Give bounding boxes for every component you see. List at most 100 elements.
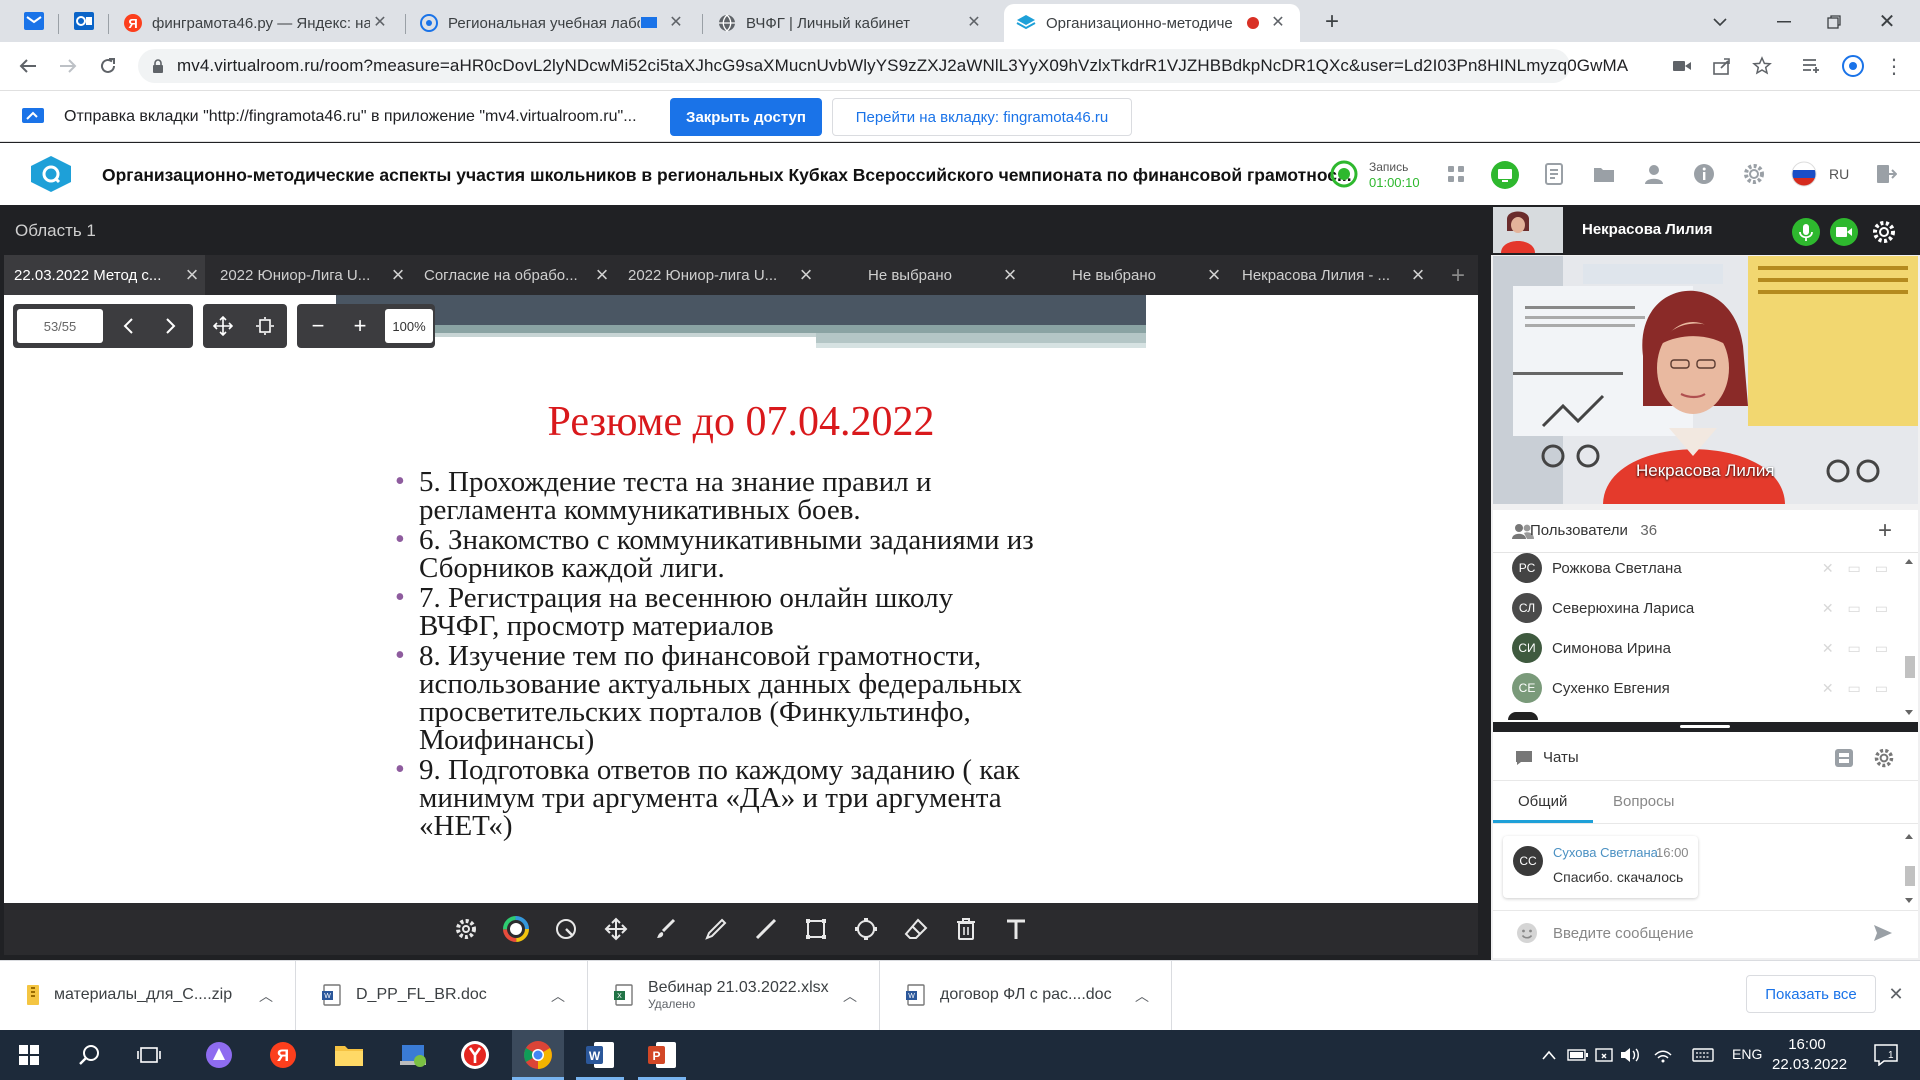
doc-tab[interactable]: 22.03.2022 Метод с... × xyxy=(4,255,205,295)
lock-icon[interactable] xyxy=(150,58,166,74)
system-clock[interactable]: 16:00 22.03.2022 xyxy=(1772,1035,1847,1075)
chat-tab-general[interactable]: Общий xyxy=(1518,793,1567,810)
minimize-icon[interactable] xyxy=(1770,8,1798,36)
zoom-out-icon[interactable]: − xyxy=(304,312,332,340)
send-icon[interactable] xyxy=(1872,922,1894,944)
doc-tab[interactable]: Некрасова Лилия - ... × xyxy=(1230,255,1431,295)
yandex-browser-icon[interactable] xyxy=(456,1036,494,1074)
yandex-app-icon[interactable]: Я xyxy=(264,1036,302,1074)
window-close-icon[interactable]: ✕ xyxy=(1872,6,1902,36)
chat-tab-questions[interactable]: Вопросы xyxy=(1613,793,1674,810)
doc-tab[interactable]: Не выбрано × xyxy=(1026,255,1227,295)
close-icon[interactable]: ✕ xyxy=(666,13,686,33)
users-scrollbar[interactable] xyxy=(1902,556,1916,718)
profile-sync-icon[interactable] xyxy=(1840,53,1866,79)
keyboard-icon[interactable] xyxy=(1690,1036,1716,1074)
new-tab-icon[interactable]: + xyxy=(1318,8,1346,36)
ellipse-tool-icon[interactable] xyxy=(851,914,881,944)
trash-icon[interactable] xyxy=(951,914,981,944)
outlook-icon[interactable] xyxy=(72,10,96,32)
notifications-icon[interactable]: 1 xyxy=(1868,1036,1904,1074)
camera-icon[interactable] xyxy=(1829,217,1859,247)
user-row[interactable]: СЛ Северюхина Лариса ✕▭▭ xyxy=(1512,588,1902,628)
chat-export-icon[interactable] xyxy=(1832,746,1856,770)
zoom-in-icon[interactable]: + xyxy=(346,312,374,340)
message-sender[interactable]: Сухова Светлана xyxy=(1553,845,1658,860)
eraser-icon[interactable] xyxy=(901,914,931,944)
camera-settings-icon[interactable] xyxy=(1869,217,1899,247)
download-item[interactable]: W договор ФЛ с рас....doc ︿ xyxy=(880,960,1172,1030)
tab-vchfg-cabinet[interactable]: ВЧФГ | Личный кабинет ✕ xyxy=(706,4,996,42)
pointer-icon[interactable] xyxy=(551,914,581,944)
tab-regional-lab[interactable]: Региональная учебная лабо ✕ xyxy=(408,4,698,42)
settings-gear-icon[interactable] xyxy=(1740,160,1768,188)
battery-icon[interactable] xyxy=(1565,1036,1591,1074)
next-page-icon[interactable] xyxy=(157,312,185,340)
close-icon[interactable]: ✕ xyxy=(1268,13,1288,33)
restore-icon[interactable] xyxy=(1820,8,1848,36)
info-icon[interactable] xyxy=(1690,160,1718,188)
close-icon[interactable]: × xyxy=(1201,262,1227,288)
add-user-icon[interactable]: + xyxy=(1872,517,1898,544)
language-label[interactable]: RU xyxy=(1829,166,1849,182)
doc-tab[interactable]: Не выбрано × xyxy=(822,255,1023,295)
back-icon[interactable] xyxy=(14,52,42,80)
word-app-icon[interactable]: W xyxy=(581,1036,619,1074)
chevron-up-icon[interactable]: ︿ xyxy=(259,986,273,1006)
fit-page-icon[interactable] xyxy=(209,312,237,340)
goto-tab-button[interactable]: Перейти на вкладку: fingramota46.ru xyxy=(832,98,1132,136)
download-item[interactable]: материалы_для_С....zip ︿ xyxy=(0,960,296,1030)
camera-in-use-icon[interactable] xyxy=(1670,54,1694,78)
close-icon[interactable]: ✕ xyxy=(370,13,390,33)
text-tool-icon[interactable] xyxy=(1001,914,1031,944)
line-tool-icon[interactable] xyxy=(751,914,781,944)
folder-icon[interactable] xyxy=(1590,160,1618,188)
close-access-button[interactable]: Закрыть доступ xyxy=(670,98,822,136)
chevron-up-icon[interactable]: ︿ xyxy=(551,986,565,1006)
powerpoint-app-icon[interactable]: P xyxy=(643,1036,681,1074)
user-row[interactable]: СЕ Сухенко Евгения ✕▭▭ xyxy=(1512,668,1902,708)
close-icon[interactable]: × xyxy=(385,262,411,288)
tab-virtualroom-active[interactable]: Организационно-методиче ✕ xyxy=(1004,4,1300,42)
record-icon[interactable] xyxy=(1330,160,1358,188)
chevron-up-icon[interactable]: ︿ xyxy=(843,986,857,1006)
share-icon[interactable] xyxy=(1710,54,1734,78)
task-view-icon[interactable] xyxy=(130,1036,168,1074)
add-tab-icon[interactable]: + xyxy=(1444,262,1472,290)
virtualroom-logo-icon[interactable] xyxy=(28,152,74,196)
screen-share-active-icon[interactable] xyxy=(1490,160,1520,190)
bookmark-star-icon[interactable] xyxy=(1750,54,1774,78)
user-row[interactable]: СИ Симонова Ирина ✕▭▭ xyxy=(1512,628,1902,668)
windows-start-icon[interactable] xyxy=(10,1036,48,1074)
brush-icon[interactable] xyxy=(651,914,681,944)
move-icon[interactable] xyxy=(601,914,631,944)
pencil-icon[interactable] xyxy=(701,914,731,944)
close-icon[interactable]: × xyxy=(997,262,1023,288)
tab-yandex[interactable]: Я фингрaмота46.ру — Яндекс: нас ✕ xyxy=(112,4,402,42)
reading-list-icon[interactable] xyxy=(1800,54,1824,78)
emoji-icon[interactable] xyxy=(1516,922,1538,944)
reload-icon[interactable] xyxy=(94,52,122,80)
url-text[interactable]: mv4.virtualroom.ru/room?measure=aHR0cDov… xyxy=(177,56,1628,76)
splitter-handle[interactable] xyxy=(1680,725,1730,728)
wifi-icon[interactable] xyxy=(1650,1036,1676,1074)
file-explorer-icon[interactable] xyxy=(330,1036,368,1074)
network-status-icon[interactable] xyxy=(1592,1036,1618,1074)
zoom-level[interactable]: 100% xyxy=(385,309,433,343)
exit-icon[interactable] xyxy=(1872,160,1900,188)
fit-height-icon[interactable] xyxy=(251,312,279,340)
network-app-icon[interactable] xyxy=(394,1036,432,1074)
chat-input[interactable]: Введите сообщение xyxy=(1553,925,1694,942)
mail-icon[interactable] xyxy=(22,10,46,32)
color-picker-icon[interactable] xyxy=(501,914,531,944)
doc-tab[interactable]: Согласие на обрабо... × xyxy=(414,255,615,295)
close-icon[interactable]: × xyxy=(1405,262,1431,288)
purple-app-icon[interactable] xyxy=(200,1036,238,1074)
apps-grid-icon[interactable] xyxy=(1442,160,1470,188)
page-counter[interactable]: 53/55 xyxy=(17,309,103,343)
tab-search-icon[interactable] xyxy=(1706,8,1734,36)
user-row[interactable]: РС Рожкова Светлана ✕▭▭ xyxy=(1512,548,1902,588)
chevron-up-icon[interactable]: ︿ xyxy=(1135,986,1149,1006)
chrome-icon[interactable] xyxy=(519,1036,557,1074)
russian-flag-icon[interactable] xyxy=(1790,160,1818,188)
